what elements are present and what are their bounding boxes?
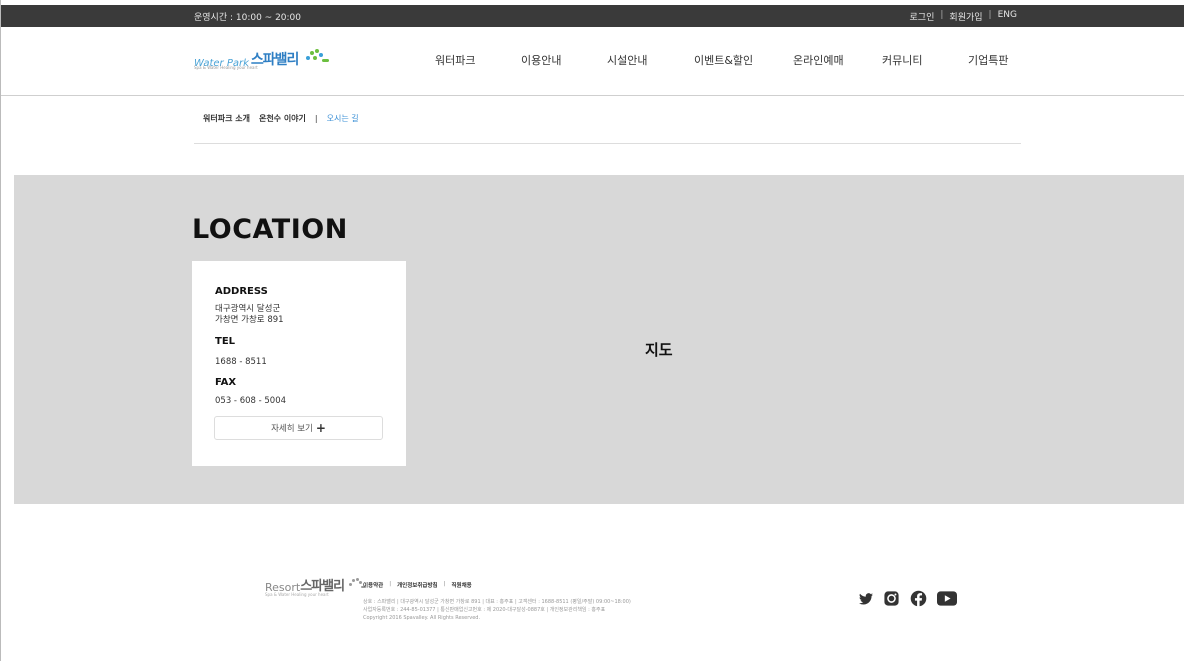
util-separator: | bbox=[988, 10, 992, 20]
location-section bbox=[14, 175, 1184, 504]
util-separator: | bbox=[940, 10, 944, 20]
instagram-icon[interactable] bbox=[883, 590, 900, 607]
footer-info-line1: 상호 : 스파밸리 | 대구광역시 달성군 가창면 가창로 891 | 대표 :… bbox=[363, 599, 631, 605]
footer-logo-tagline: Spa & Water Healing your heart bbox=[265, 592, 329, 597]
address-label: ADDRESS bbox=[215, 286, 268, 297]
nav-online-booking[interactable]: 온라인예매 bbox=[793, 52, 882, 68]
careers-link[interactable]: 직원채용 bbox=[451, 581, 471, 589]
site-header: Water Park 스파밸리 Spa & Water Healing your… bbox=[1, 27, 1184, 96]
signup-link[interactable]: 회원가입 bbox=[949, 10, 982, 23]
address-line2: 가창면 가창로 891 bbox=[215, 315, 284, 325]
nav-usage-guide[interactable]: 이용안내 bbox=[521, 52, 607, 68]
subnav-separator: | bbox=[314, 114, 318, 123]
site-logo[interactable]: Water Park 스파밸리 Spa & Water Healing your… bbox=[194, 49, 330, 70]
privacy-policy-link[interactable]: 개인정보취급방침 bbox=[397, 581, 437, 589]
page: 운영시간 : 10:00 ~ 20:00 로그인 | 회원가입 | ENG Wa… bbox=[0, 0, 1184, 661]
top-utility-bar: 운영시간 : 10:00 ~ 20:00 로그인 | 회원가입 | ENG bbox=[1, 5, 1184, 27]
fax-value: 053 - 608 - 5004 bbox=[215, 396, 287, 406]
nav-facility-guide[interactable]: 시설안내 bbox=[607, 52, 694, 68]
footer-copyright: Copyright 2016 Spavalley. All Rights Res… bbox=[363, 615, 481, 621]
subnav-hotspring-story[interactable]: 온천수 이야기 bbox=[259, 113, 306, 124]
view-details-label: 자세히 보기 bbox=[271, 424, 313, 434]
utility-links: 로그인 | 회원가입 | ENG bbox=[910, 10, 1017, 23]
logo-tagline: Spa & Water Healing your heart bbox=[194, 65, 258, 70]
nav-events-discounts[interactable]: 이벤트&할인 bbox=[694, 52, 793, 68]
main-navigation: 워터파크 이용안내 시설안내 이벤트&할인 온라인예매 커뮤니티 기업특판 bbox=[435, 52, 1008, 68]
location-info-card: ADDRESS 대구광역시 달성군 가창면 가창로 891 TEL 1688 -… bbox=[192, 261, 406, 466]
twitter-icon[interactable] bbox=[859, 592, 873, 605]
subnav-directions[interactable]: 오시는 길 bbox=[327, 113, 359, 124]
map-placeholder[interactable]: 지도 bbox=[645, 339, 673, 360]
nav-community[interactable]: 커뮤니티 bbox=[882, 52, 968, 68]
login-link[interactable]: 로그인 bbox=[910, 10, 935, 23]
footer-link-separator: | bbox=[443, 581, 446, 587]
address-line1: 대구광역시 달성군 bbox=[215, 304, 281, 314]
footer-logo[interactable]: Resort 스파밸리 Spa & Water Healing your hea… bbox=[265, 575, 367, 597]
facebook-icon[interactable] bbox=[910, 590, 927, 607]
view-details-button[interactable]: 자세히 보기 + bbox=[214, 416, 383, 440]
logo-brand: 스파밸리 bbox=[250, 52, 300, 68]
operating-hours: 운영시간 : 10:00 ~ 20:00 bbox=[194, 13, 302, 23]
fax-label: FAX bbox=[215, 377, 237, 388]
language-eng-link[interactable]: ENG bbox=[998, 10, 1017, 23]
tel-value: 1688 - 8511 bbox=[215, 357, 267, 367]
nav-corporate-sales[interactable]: 기업특판 bbox=[968, 52, 1008, 68]
location-title: LOCATION bbox=[192, 214, 348, 245]
sub-navigation: 워터파크 소개 온천수 이야기 | 오시는 길 bbox=[203, 113, 359, 124]
footer-links: 이용약관 | 개인정보취급방침 | 직원채용 bbox=[363, 581, 472, 589]
tel-label: TEL bbox=[215, 336, 236, 347]
social-links bbox=[859, 590, 957, 607]
plus-icon: + bbox=[315, 421, 326, 435]
nav-waterpark[interactable]: 워터파크 bbox=[435, 52, 521, 68]
youtube-icon[interactable] bbox=[937, 591, 957, 606]
subnav-divider bbox=[194, 143, 1021, 144]
subnav-waterpark-intro[interactable]: 워터파크 소개 bbox=[203, 113, 250, 124]
footer-company-info: 상호 : 스파밸리 | 대구광역시 달성군 가창면 가창로 891 | 대표 :… bbox=[363, 598, 631, 622]
logo-leaf-icon bbox=[302, 49, 330, 69]
footer-info-line2: 사업자등록번호 : 244-85-01377 | 통신판매업신고번호 : 제 2… bbox=[363, 607, 606, 613]
terms-link[interactable]: 이용약관 bbox=[363, 581, 383, 589]
footer-link-separator: | bbox=[389, 581, 392, 587]
